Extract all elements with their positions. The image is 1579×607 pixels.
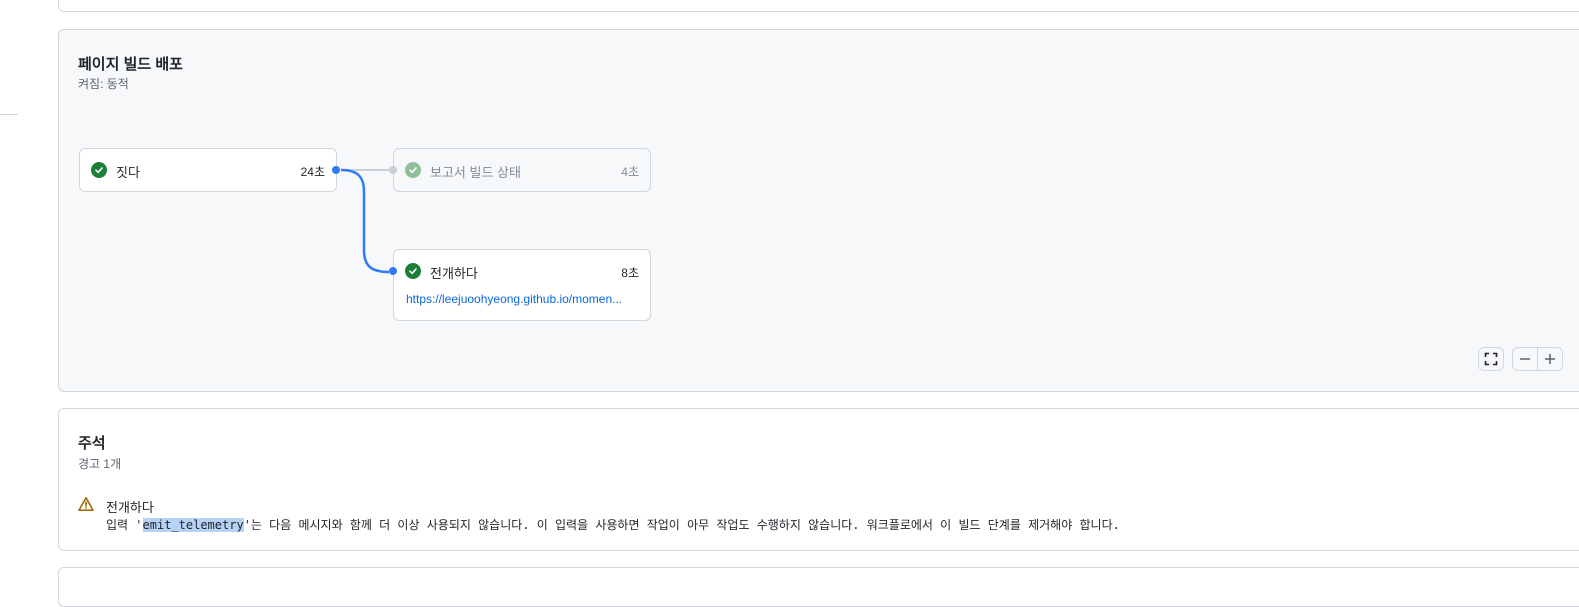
annotation-message-prefix: 입력 ' (106, 518, 143, 532)
job-name: 전개하다 (430, 266, 478, 281)
job-deploy[interactable]: 전개하다 8초 https://leejuoohyeong.github.io/… (393, 249, 651, 321)
plus-icon (1545, 354, 1555, 364)
annotations-card: 주석 경고 1개 전개하다 입력 'emit_telemetry'는 다음 메시… (58, 408, 1579, 551)
annotation-message-suffix: '는 다음 메시지와 함께 더 이상 사용되지 않습니다. 이 입력을 사용하면… (243, 518, 1120, 532)
workflow-graph-card: 페이지 빌드 배포 켜짐: 동적 짓다 24초 보고서 빌드 상태 4초 전개하… (58, 29, 1579, 392)
previous-card (58, 0, 1579, 12)
check-circle-icon (405, 162, 421, 178)
left-divider (0, 114, 18, 115)
annotations-summary: 경고 1개 (78, 457, 122, 471)
edge-build-deploy (340, 168, 390, 274)
annotations-title: 주석 (78, 435, 106, 452)
check-circle-icon (405, 263, 421, 279)
minus-icon (1520, 358, 1530, 360)
job-report-input-port (389, 166, 397, 174)
annotation-message: 입력 'emit_telemetry'는 다음 메시지와 함께 더 이상 사용되… (106, 516, 1120, 533)
fullscreen-button[interactable] (1478, 347, 1504, 371)
job-name: 짓다 (116, 165, 140, 180)
job-name: 보고서 빌드 상태 (430, 165, 521, 180)
job-duration: 8초 (621, 266, 639, 280)
zoom-out-button[interactable] (1512, 347, 1538, 371)
alert-icon (78, 497, 94, 511)
job-duration: 24초 (300, 165, 325, 179)
job-edges (340, 168, 390, 274)
job-duration: 4초 (621, 165, 639, 179)
deploy-url-link[interactable]: https://leejuoohyeong.github.io/momen... (406, 292, 638, 306)
next-card (58, 567, 1579, 607)
job-report-build-status[interactable]: 보고서 빌드 상태 4초 (393, 148, 651, 192)
annotation-job-link[interactable]: 전개하다 (106, 497, 154, 516)
job-build[interactable]: 짓다 24초 (79, 148, 337, 192)
check-circle-icon (91, 162, 107, 178)
fullscreen-icon (1484, 352, 1498, 366)
job-deploy-input-port (389, 267, 397, 275)
annotation-input-name: emit_telemetry (142, 518, 244, 532)
job-build-output-port (332, 166, 340, 174)
zoom-in-button[interactable] (1537, 347, 1563, 371)
